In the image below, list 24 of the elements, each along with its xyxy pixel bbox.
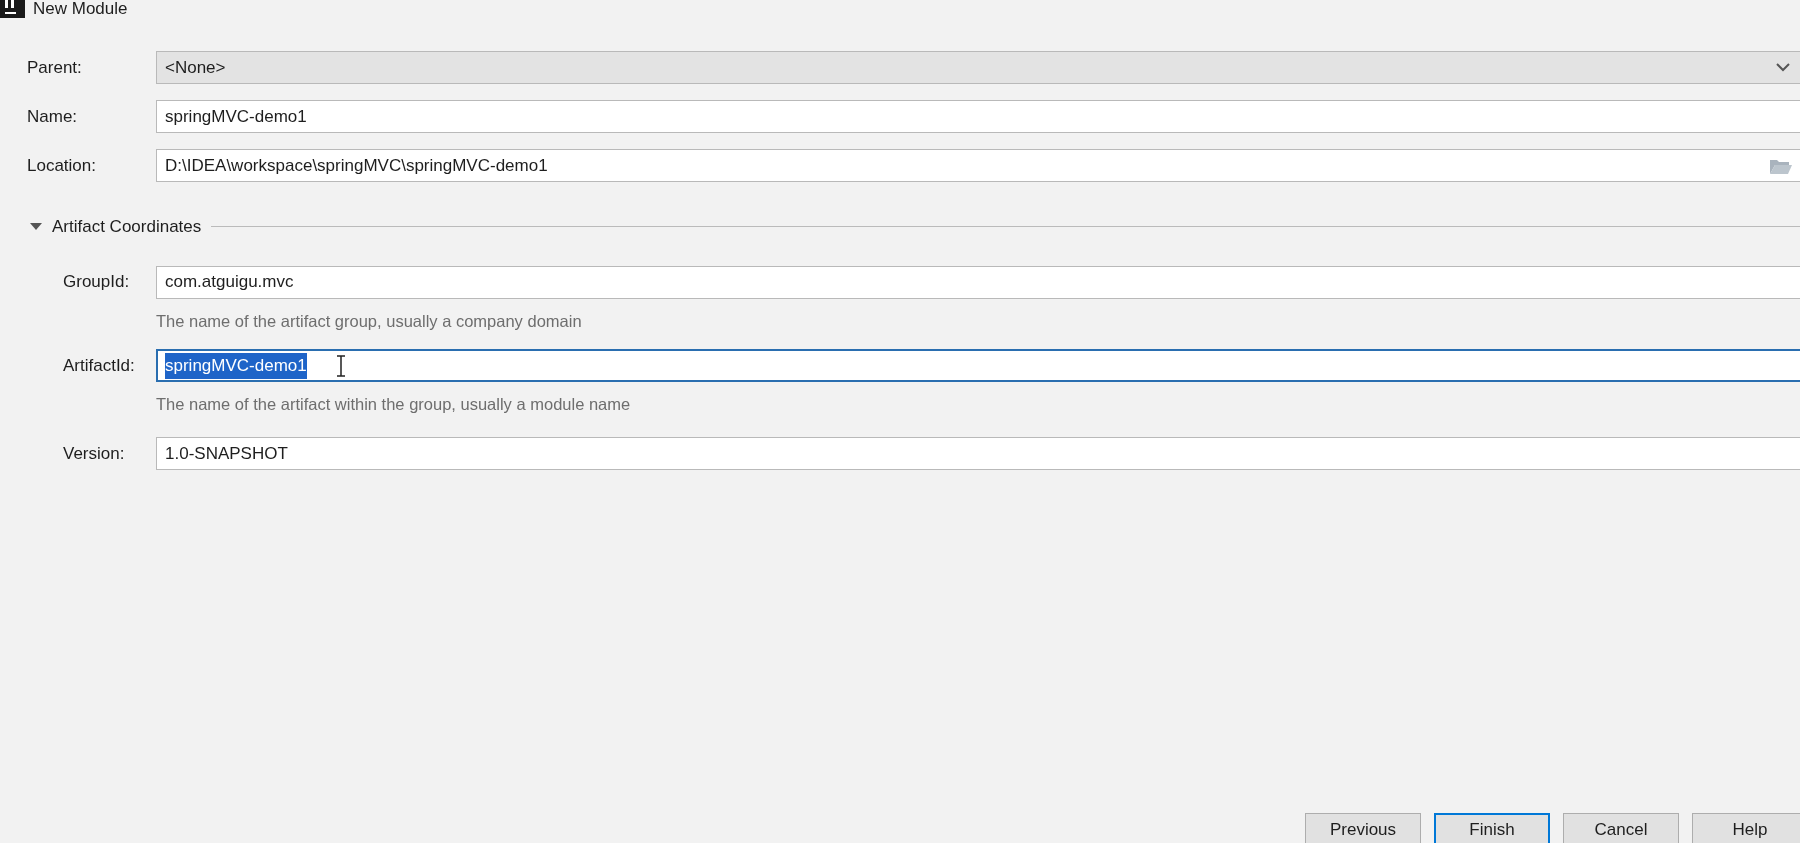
- text-field[interactable]: 1.0-SNAPSHOT: [156, 437, 1800, 470]
- expanded-triangle-icon[interactable]: [30, 223, 42, 231]
- chevron-down-icon: [1776, 63, 1790, 72]
- parent-dropdown[interactable]: <None>: [156, 51, 1800, 84]
- field-label: Name:: [26, 105, 79, 128]
- text-field[interactable]: springMVC-demo1: [156, 100, 1800, 133]
- location-field[interactable]: D:\IDEA\workspace\springMVC\springMVC-demo1: [156, 149, 1800, 182]
- text-cursor-icon: [336, 354, 345, 377]
- field-label: ArtifactId:: [62, 355, 136, 377]
- app-logo-icon: [0, 0, 25, 18]
- field-hint: The name of the artifact group, usually a company domain: [155, 310, 583, 332]
- section-title: Artifact Coordinates: [52, 216, 202, 238]
- field-label: Parent:: [26, 56, 83, 79]
- dialog-button[interactable]: Previous: [1305, 813, 1421, 843]
- field-hint: The name of the artifact within the group, usually a module name: [155, 394, 632, 416]
- window-title: New Module: [33, 0, 128, 20]
- text-field[interactable]: com.atguigu.mvc: [156, 265, 1800, 299]
- text-field[interactable]: springMVC-demo1: [156, 349, 1800, 383]
- dialog-button[interactable]: Cancel: [1563, 813, 1679, 843]
- field-label: Version:: [62, 442, 126, 465]
- dialog-button[interactable]: Help: [1692, 813, 1800, 843]
- field-label: Location:: [26, 154, 97, 177]
- dialog-button[interactable]: Finish: [1434, 813, 1550, 843]
- field-label: GroupId:: [62, 271, 131, 294]
